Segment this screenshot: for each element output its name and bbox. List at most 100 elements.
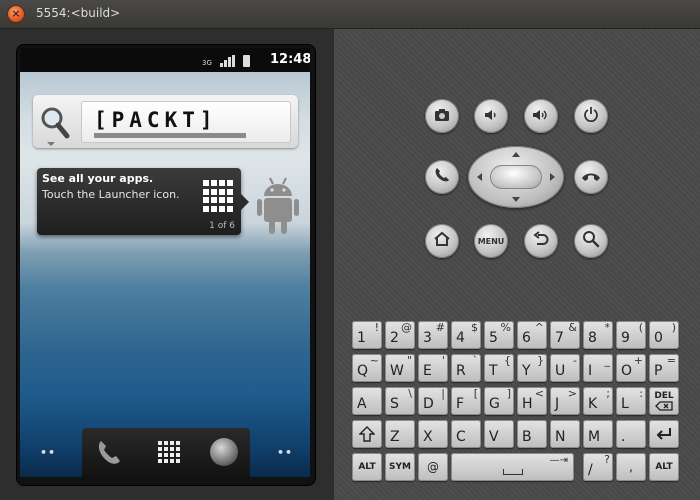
close-icon: × [11,7,21,20]
key-i[interactable]: I _ [583,354,613,382]
key-t[interactable]: T{ [484,354,514,382]
key-q[interactable]: Q ~ [352,354,382,382]
device-screen[interactable]: 3G 12:48 [PACKT] See all your apps. Touc… [20,48,310,477]
key-s[interactable]: S \ [385,387,415,415]
status-bar[interactable]: 3G 12:48 [20,48,310,72]
launcher-icon[interactable] [158,441,180,463]
key-g[interactable]: G] [484,387,514,415]
dialer-icon[interactable] [94,437,124,467]
tab-arrow-icon: —⇥ [549,455,568,466]
dpad-center-button[interactable] [490,165,542,189]
menu-button[interactable]: MENU [474,224,508,258]
del-label: DEL [654,391,674,401]
key-z[interactable]: Z [385,420,415,448]
key-c[interactable]: C [451,420,481,448]
camera-button[interactable] [425,99,459,133]
key-alt-right[interactable]: ALT [649,453,679,481]
dpad[interactable] [468,146,564,208]
key-space[interactable]: —⇥ [451,453,574,481]
key-m[interactable]: M [583,420,613,448]
key-n[interactable]: N [550,420,580,448]
phone-call-icon [433,166,451,188]
search-icon[interactable] [39,105,71,141]
launcher-tip-bubble[interactable]: See all your apps. Touch the Launcher ic… [37,168,249,235]
dpad-up-icon[interactable] [512,152,520,157]
key-enter[interactable] [649,420,679,448]
end-call-button[interactable] [574,160,608,194]
dpad-left-icon[interactable] [477,173,482,181]
key-u[interactable]: U- [550,354,580,382]
backspace-icon [655,401,673,411]
key-1[interactable]: 1! [352,321,382,349]
key-b[interactable]: B [517,420,547,448]
power-button[interactable] [574,99,608,133]
back-icon [532,231,550,251]
key-w[interactable]: W " [385,354,415,382]
volume-down-button[interactable] [474,99,508,133]
key-shift[interactable] [352,420,382,448]
window-title: 5554:<build> [36,6,121,20]
home-button[interactable] [425,224,459,258]
key-2[interactable]: 2 @ [385,321,415,349]
key-9[interactable]: 9( [616,321,646,349]
back-button[interactable] [524,224,558,258]
signal-icon [220,55,235,67]
browser-icon[interactable] [210,438,238,466]
home-page-dots-right[interactable]: •• [277,446,293,459]
key-r[interactable]: R ` [451,354,481,382]
volume-up-button[interactable] [524,99,558,133]
camera-icon [434,107,450,126]
key-period[interactable]: . [616,420,646,448]
key-3[interactable]: 3 # [418,321,448,349]
window-close-button[interactable]: × [8,6,24,22]
key-o[interactable]: O + [616,354,646,382]
key-v[interactable]: V [484,420,514,448]
key-y[interactable]: Y} [517,354,547,382]
app-dock [82,428,250,477]
key-8[interactable]: 8 * [583,321,613,349]
key-0[interactable]: 0) [649,321,679,349]
dpad-down-icon[interactable] [512,197,520,202]
key-d[interactable]: D | [418,387,448,415]
chevron-down-icon [47,142,55,146]
key-del[interactable]: DEL [649,387,679,415]
key-x[interactable]: X [418,420,448,448]
key-a[interactable]: A [352,387,382,415]
launcher-grid-icon [203,180,235,212]
key-6[interactable]: 6 ^ [517,321,547,349]
volume-low-icon [483,107,499,126]
key-f[interactable]: F[ [451,387,481,415]
hang-up-icon [581,168,601,187]
key-j[interactable]: J > [550,387,580,415]
text-underline [94,133,246,138]
search-input[interactable]: [PACKT] [81,101,291,143]
battery-icon [243,55,250,67]
tip-title: See all your apps. [42,172,154,185]
key-e[interactable]: E ' [418,354,448,382]
key-p[interactable]: P = [649,354,679,382]
dpad-right-icon[interactable] [550,173,555,181]
android-robot-icon [256,176,300,238]
power-icon [583,106,599,126]
home-icon [433,231,451,251]
menu-label: MENU [477,236,505,246]
key-l[interactable]: L: [616,387,646,415]
key-k[interactable]: K; [583,387,613,415]
call-button[interactable] [425,160,459,194]
key-4[interactable]: 4 $ [451,321,481,349]
key-at[interactable]: @ [418,453,448,481]
key-comma[interactable]: , [616,453,646,481]
search-icon [582,230,600,252]
key-h[interactable]: H < [517,387,547,415]
key-alt-left[interactable]: ALT [352,453,382,481]
search-widget[interactable]: [PACKT] [33,95,298,148]
key-7[interactable]: 7 & [550,321,580,349]
key-5[interactable]: 5% [484,321,514,349]
window-titlebar: × 5554:<build> [0,0,700,29]
search-button[interactable] [574,224,608,258]
key-sym[interactable]: SYM [385,453,415,481]
home-page-dots-left[interactable]: •• [40,446,56,459]
tip-counter: 1 of 6 [209,221,235,231]
key-slash[interactable]: /? [583,453,613,481]
shift-icon [359,426,375,442]
